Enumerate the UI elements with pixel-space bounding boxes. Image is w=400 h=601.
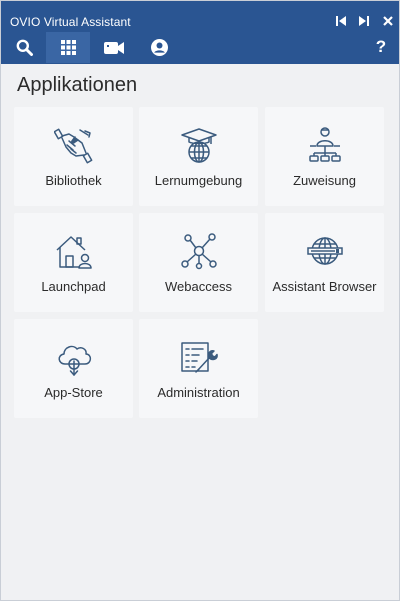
home-user-icon xyxy=(55,236,92,269)
skip-previous-icon xyxy=(336,16,346,26)
tile-label: Assistant Browser xyxy=(272,279,377,294)
tab-video[interactable] xyxy=(92,32,136,63)
tile-bibliothek[interactable]: Bibliothek xyxy=(14,107,133,206)
tile-administration[interactable]: Administration xyxy=(139,319,258,418)
skip-next-button[interactable] xyxy=(357,14,371,28)
tile-label: Lernumgebung xyxy=(154,173,243,188)
skip-previous-button[interactable] xyxy=(334,14,348,28)
person-network-icon xyxy=(308,127,341,162)
tile-webaccess[interactable]: Webaccess xyxy=(139,213,258,312)
help-button[interactable]: ? xyxy=(371,35,391,59)
graduation-globe-icon xyxy=(180,128,217,163)
section-title: Applikationen xyxy=(17,74,138,96)
video-camera-icon xyxy=(104,41,124,54)
cloud-download-icon xyxy=(58,345,91,376)
tile-launchpad[interactable]: Launchpad xyxy=(14,213,133,312)
close-icon xyxy=(383,16,393,26)
tile-label: Zuweisung xyxy=(293,173,356,188)
handshake-icon xyxy=(53,128,92,164)
network-nodes-icon xyxy=(180,233,217,270)
apps-grid-icon xyxy=(60,40,76,55)
tile-label: Administration xyxy=(157,385,240,400)
tile-label: App-Store xyxy=(44,385,103,400)
user-circle-icon xyxy=(150,39,168,56)
tab-account[interactable] xyxy=(137,32,181,63)
app-title: OVIO Virtual Assistant xyxy=(10,15,131,29)
search-icon xyxy=(16,39,33,56)
tile-label: Launchpad xyxy=(41,279,106,294)
skip-next-icon xyxy=(359,16,369,26)
tile-lernumgebung[interactable]: Lernumgebung xyxy=(139,107,258,206)
tile-zuweisung[interactable]: Zuweisung xyxy=(265,107,384,206)
tab-applications[interactable] xyxy=(46,32,90,63)
globe-browser-icon xyxy=(306,237,343,265)
search-button[interactable] xyxy=(2,32,46,63)
tile-assistant-browser[interactable]: Assistant Browser xyxy=(265,213,384,312)
tile-label: Webaccess xyxy=(165,279,232,294)
close-button[interactable] xyxy=(381,14,395,28)
settings-list-icon xyxy=(180,342,218,373)
tile-label: Bibliothek xyxy=(45,173,102,188)
tile-app-store[interactable]: App-Store xyxy=(14,319,133,418)
title-bar: OVIO Virtual Assistant ? xyxy=(1,1,399,64)
